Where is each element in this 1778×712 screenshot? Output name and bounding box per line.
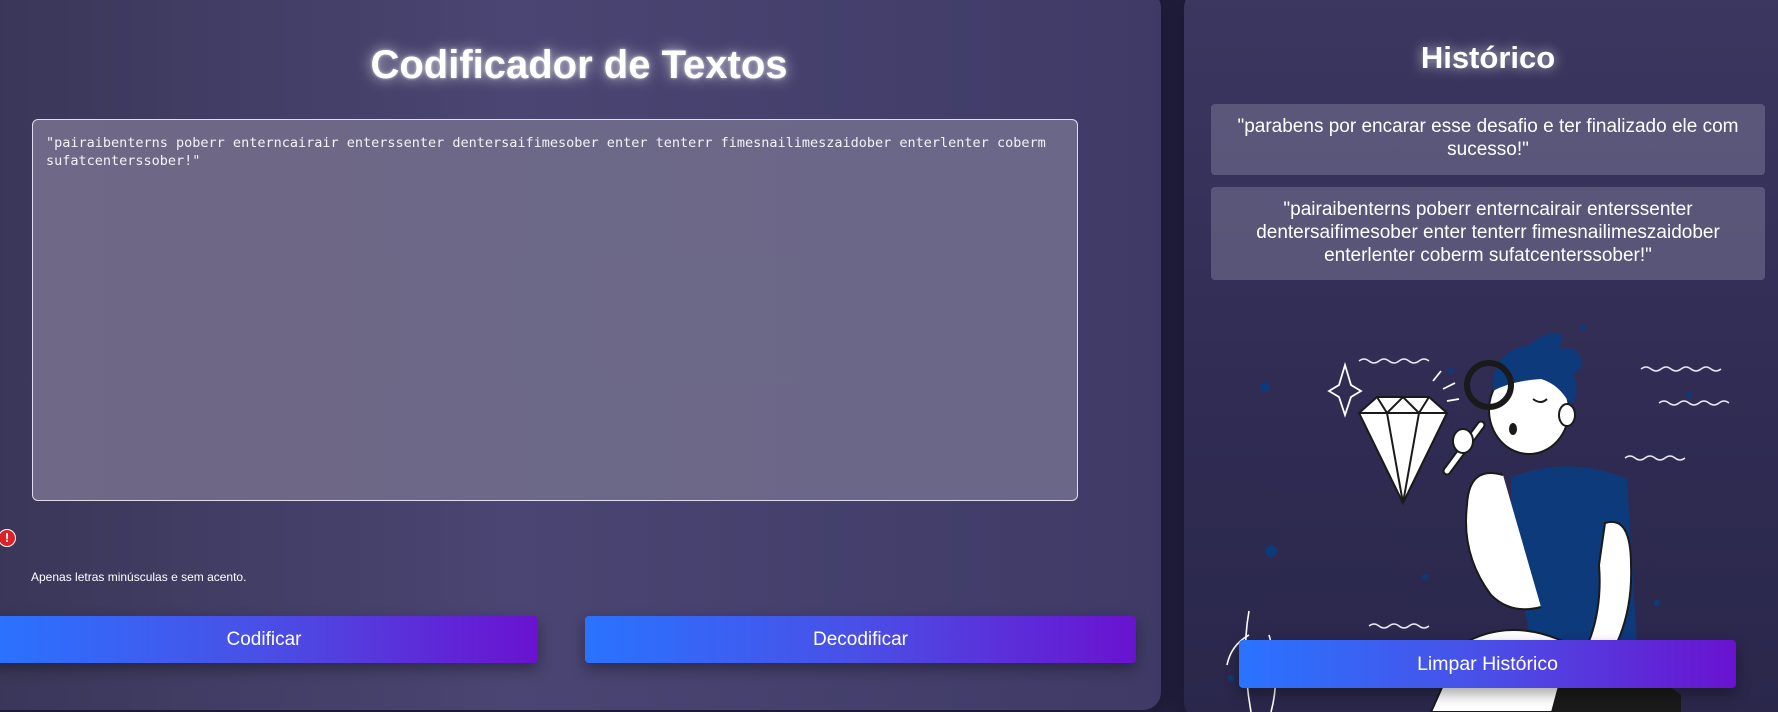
history-item[interactable]: "pairaibenterns poberr enterncairair ent… bbox=[1211, 187, 1765, 280]
text-input[interactable]: "pairaibenterns poberr enterncairair ent… bbox=[32, 119, 1078, 501]
decode-button[interactable]: Decodificar bbox=[585, 616, 1136, 663]
page-title: Codificador de Textos bbox=[370, 43, 788, 87]
encode-button[interactable]: Codificar bbox=[0, 616, 538, 663]
history-item[interactable]: "parabens por encarar esse desafio e ter… bbox=[1211, 104, 1765, 175]
clear-history-button[interactable]: Limpar Histórico bbox=[1239, 640, 1736, 688]
history-title: Histórico bbox=[1420, 40, 1556, 75]
page: Codificador de Textos "pairaibenterns po… bbox=[0, 0, 1778, 712]
input-hint: Apenas letras minúsculas e sem acento. bbox=[31, 570, 247, 584]
